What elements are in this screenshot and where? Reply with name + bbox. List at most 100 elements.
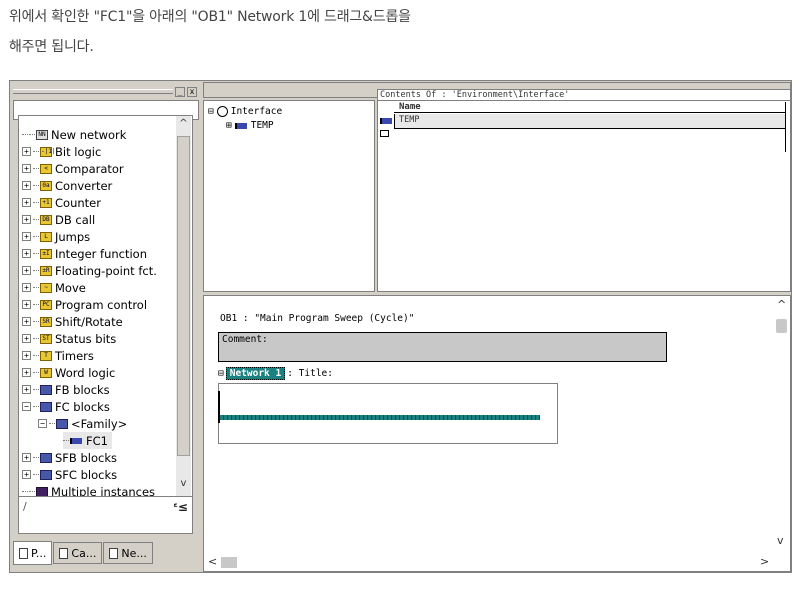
interface-tree-pane: ⊟ Interface ⊞ TEMP bbox=[203, 100, 375, 292]
palette-info-box: / ᵋ≤ bbox=[18, 496, 193, 534]
editor-vertical-scrollbar[interactable]: ^ v bbox=[773, 296, 790, 554]
program-elements-tree: NN New network + -|1| Bit logic + < Comp… bbox=[18, 115, 193, 497]
tree-item-shift-rotate[interactable]: + SR Shift/Rotate bbox=[22, 313, 123, 330]
tree-item-fc-blocks[interactable]: − FC blocks bbox=[22, 398, 110, 415]
call-structure-icon bbox=[59, 547, 69, 559]
comparator-icon: < bbox=[40, 163, 52, 174]
tree-item-multiple-instances[interactable]: Multiple instances bbox=[22, 483, 155, 496]
scroll-down-icon[interactable]: v bbox=[777, 534, 784, 547]
tree-item-counter[interactable]: + +1 Counter bbox=[22, 194, 101, 211]
network-1-label[interactable]: Network 1 bbox=[225, 367, 286, 380]
palette-grip[interactable] bbox=[13, 89, 173, 94]
network-collapse-icon[interactable]: ⊟ bbox=[218, 368, 224, 379]
interface-globe-icon bbox=[216, 106, 228, 117]
tree-item-converter[interactable]: + 0a Converter bbox=[22, 177, 112, 194]
temp-param-icon bbox=[234, 122, 247, 129]
column-header-name[interactable]: Name bbox=[394, 102, 786, 113]
fc-blocks-icon bbox=[40, 401, 52, 412]
block-title: OB1 : "Main Program Sweep (Cycle)" bbox=[220, 313, 415, 324]
tree-item-move[interactable]: + ~ Move bbox=[22, 279, 86, 296]
info-mark-icon: ᵋ≤ bbox=[173, 500, 188, 514]
tree-item-timers[interactable]: + T Timers bbox=[22, 347, 94, 364]
temp-row-icon bbox=[380, 118, 392, 124]
tree-item-fc1[interactable]: FC1 bbox=[63, 432, 112, 449]
palette-tab-bar: P... Ca... Ne... bbox=[13, 541, 154, 566]
scroll-down-icon[interactable]: v bbox=[176, 478, 191, 494]
row-icons bbox=[380, 118, 392, 137]
tree-item-integer-function[interactable]: + ±I Integer function bbox=[22, 245, 147, 262]
tree-item-bit-logic[interactable]: + -|1| Bit logic bbox=[22, 143, 101, 160]
jumps-icon: L bbox=[40, 231, 52, 242]
collapse-toggle-icon[interactable]: ⊟ bbox=[208, 106, 214, 117]
bit-logic-icon: -|1| bbox=[40, 146, 56, 157]
network-title[interactable]: : Title: bbox=[287, 368, 333, 379]
palette-vertical-scrollbar[interactable]: ^ v bbox=[176, 116, 191, 496]
status-bits-icon: ST bbox=[40, 333, 52, 344]
contents-header: Contents Of : 'Environment\Interface' bbox=[378, 90, 790, 101]
caption-line-2: 해주면 됩니다. bbox=[9, 39, 94, 55]
network-1-drop-area[interactable] bbox=[218, 383, 558, 444]
tree-item-family[interactable]: − <Family> bbox=[38, 415, 127, 432]
block-comment-field[interactable]: Comment: bbox=[218, 332, 667, 362]
shift-rotate-icon: SR bbox=[40, 316, 52, 327]
move-icon: ~ bbox=[40, 282, 52, 293]
scroll-up-icon[interactable]: ^ bbox=[777, 298, 786, 311]
db-call-icon: DB bbox=[40, 214, 52, 225]
ladder-editor: OB1 : "Main Program Sweep (Cycle)" Comme… bbox=[203, 295, 791, 572]
tree-item-jumps[interactable]: + L Jumps bbox=[22, 228, 90, 245]
empty-row-icon bbox=[380, 130, 389, 137]
tree-item-program-control[interactable]: + PC Program control bbox=[22, 296, 147, 313]
network-icon bbox=[109, 547, 119, 559]
palette-restore-button[interactable]: _ bbox=[175, 87, 185, 97]
scroll-up-icon[interactable]: ^ bbox=[176, 118, 191, 134]
tab-call-structure[interactable]: Ca... bbox=[53, 542, 103, 564]
program-control-icon: PC bbox=[40, 299, 52, 310]
tree-item-temp[interactable]: ⊞ TEMP bbox=[226, 120, 274, 131]
editor-scroll-thumb[interactable] bbox=[776, 319, 787, 333]
tree-item-comparator[interactable]: + < Comparator bbox=[22, 160, 124, 177]
fb-blocks-icon bbox=[40, 384, 52, 395]
tree-item-new-network[interactable]: NN New network bbox=[22, 126, 126, 143]
step7-screenshot: _ x NN New network + -|1| Bit logic + < … bbox=[9, 80, 792, 573]
tab-networks[interactable]: Ne... bbox=[103, 542, 153, 564]
comment-label: Comment: bbox=[222, 334, 268, 345]
counter-icon: +1 bbox=[40, 197, 52, 208]
palette-close-button[interactable]: x bbox=[187, 87, 197, 97]
palette-scroll-thumb[interactable] bbox=[177, 136, 190, 456]
program-elements-icon bbox=[19, 547, 28, 559]
floating-point-icon: ±R bbox=[40, 265, 52, 276]
multiple-instances-icon bbox=[36, 486, 48, 496]
tree-item-db-call[interactable]: + DB DB call bbox=[22, 211, 95, 228]
scroll-left-icon[interactable]: < bbox=[208, 555, 217, 568]
sfc-blocks-icon bbox=[40, 469, 52, 480]
table-row[interactable]: TEMP bbox=[394, 114, 786, 129]
tree-item-sfb-blocks[interactable]: + SFB blocks bbox=[22, 449, 117, 466]
network-header: ⊟ Network 1 : Title: bbox=[218, 367, 333, 380]
network-rung[interactable] bbox=[220, 415, 540, 420]
integer-function-icon: ±I bbox=[40, 248, 52, 259]
editor-hscroll-thumb[interactable] bbox=[221, 557, 237, 568]
editor-horizontal-scrollbar[interactable]: < > bbox=[204, 553, 774, 571]
fc1-icon bbox=[70, 437, 82, 444]
sfb-blocks-icon bbox=[40, 452, 52, 463]
tree-item-fb-blocks[interactable]: + FB blocks bbox=[22, 381, 110, 398]
caption-line-1: 위에서 확인한 "FC1"을 아래의 "OB1" Network 1에 드래그&… bbox=[9, 9, 411, 25]
expand-toggle-icon[interactable]: ⊞ bbox=[226, 120, 232, 131]
tab-program-elements[interactable]: P... bbox=[13, 541, 53, 565]
new-network-icon: NN bbox=[36, 129, 48, 140]
word-logic-icon: W bbox=[40, 367, 52, 378]
program-elements-palette: _ x NN New network + -|1| Bit logic + < … bbox=[11, 82, 201, 571]
column-divider bbox=[785, 102, 787, 152]
scroll-right-icon[interactable]: > bbox=[760, 555, 769, 568]
tree-item-interface[interactable]: ⊟ Interface bbox=[208, 106, 282, 117]
info-slash: / bbox=[23, 500, 27, 513]
tree-item-word-logic[interactable]: + W Word logic bbox=[22, 364, 115, 381]
palette-title-bar[interactable]: _ x bbox=[13, 85, 199, 98]
family-icon bbox=[56, 418, 68, 429]
timers-icon: T bbox=[40, 350, 52, 361]
converter-icon: 0a bbox=[40, 180, 52, 191]
tree-item-status-bits[interactable]: + ST Status bits bbox=[22, 330, 116, 347]
tree-item-sfc-blocks[interactable]: + SFC blocks bbox=[22, 466, 117, 483]
contents-pane: Contents Of : 'Environment\Interface' Na… bbox=[377, 89, 791, 292]
tree-item-floating-point[interactable]: + ±R Floating-point fct. bbox=[22, 262, 157, 279]
